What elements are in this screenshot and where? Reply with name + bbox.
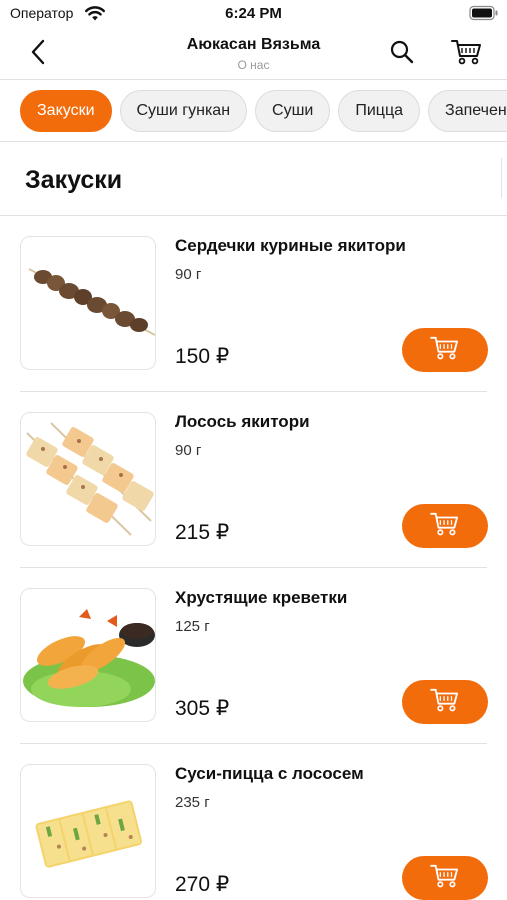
product-price: 215 ₽ (175, 521, 230, 544)
shopping-cart-icon (430, 863, 460, 894)
product-image-sushi-pizza (20, 764, 156, 898)
tab-baked-rolls[interactable]: Запеченные роллы (428, 90, 507, 132)
add-to-cart-button[interactable] (402, 856, 488, 900)
navigation-bar: Аюкасан Вязьма О нас (0, 28, 507, 80)
product-name: Сердечки куриные якитори (175, 236, 406, 255)
add-to-cart-button[interactable] (402, 680, 488, 724)
product-weight: 235 г (175, 794, 210, 811)
product-image-crispy-shrimp (20, 588, 156, 722)
scroll-indicator (501, 158, 507, 198)
category-tabs: Закуски Суши гункан Суши Пицца Запеченны… (0, 80, 507, 142)
status-bar: Оператор 6:24 PM (0, 0, 507, 28)
product-name: Лосось якитори (175, 412, 310, 431)
shopping-cart-icon (451, 38, 483, 71)
add-to-cart-button[interactable] (402, 504, 488, 548)
product-price: 150 ₽ (175, 345, 230, 368)
product-weight: 125 г (175, 618, 210, 635)
product-image-salmon-yakitori (20, 412, 156, 546)
product-name: Суси-пицца с лососем (175, 764, 364, 783)
product-card[interactable]: Лосось якитори 90 г 215 ₽ (0, 392, 507, 568)
product-weight: 90 г (175, 266, 202, 283)
product-card[interactable]: Хрустящие креветки 125 г 305 ₽ (0, 568, 507, 744)
section-header: Закуски (0, 142, 507, 216)
product-card[interactable]: Суси-пицца с лососем 235 г 270 ₽ (0, 744, 507, 900)
product-price: 270 ₽ (175, 873, 230, 896)
product-card[interactable]: Сердечки куриные якитори 90 г 150 ₽ (0, 216, 507, 392)
tab-sushi[interactable]: Суши (255, 90, 331, 132)
search-button[interactable] (386, 38, 418, 70)
product-weight: 90 г (175, 442, 202, 459)
product-image-chicken-hearts (20, 236, 156, 370)
section-title: Закуски (25, 166, 123, 194)
product-list: Сердечки куриные якитори 90 г 150 ₽ Лосо… (0, 216, 507, 900)
store-title: Аюкасан Вязьма (186, 36, 321, 53)
shopping-cart-icon (430, 687, 460, 718)
tab-sushi-gunkan[interactable]: Суши гункан (119, 90, 248, 132)
add-to-cart-button[interactable] (402, 328, 488, 372)
tab-zakuski[interactable]: Закуски (20, 90, 112, 132)
clock: 6:24 PM (225, 5, 282, 22)
product-name: Хрустящие креветки (175, 588, 348, 607)
tabs-track: Закуски Суши гункан Суши Пицца Запеченны… (20, 90, 507, 132)
shopping-cart-icon (430, 511, 460, 542)
cart-button[interactable] (448, 36, 486, 72)
shopping-cart-icon (430, 335, 460, 366)
battery-icon (469, 5, 499, 21)
product-price: 305 ₽ (175, 697, 230, 720)
tab-pizza[interactable]: Пицца (338, 90, 421, 132)
search-icon (389, 39, 415, 70)
about-link[interactable]: О нас (0, 58, 507, 72)
